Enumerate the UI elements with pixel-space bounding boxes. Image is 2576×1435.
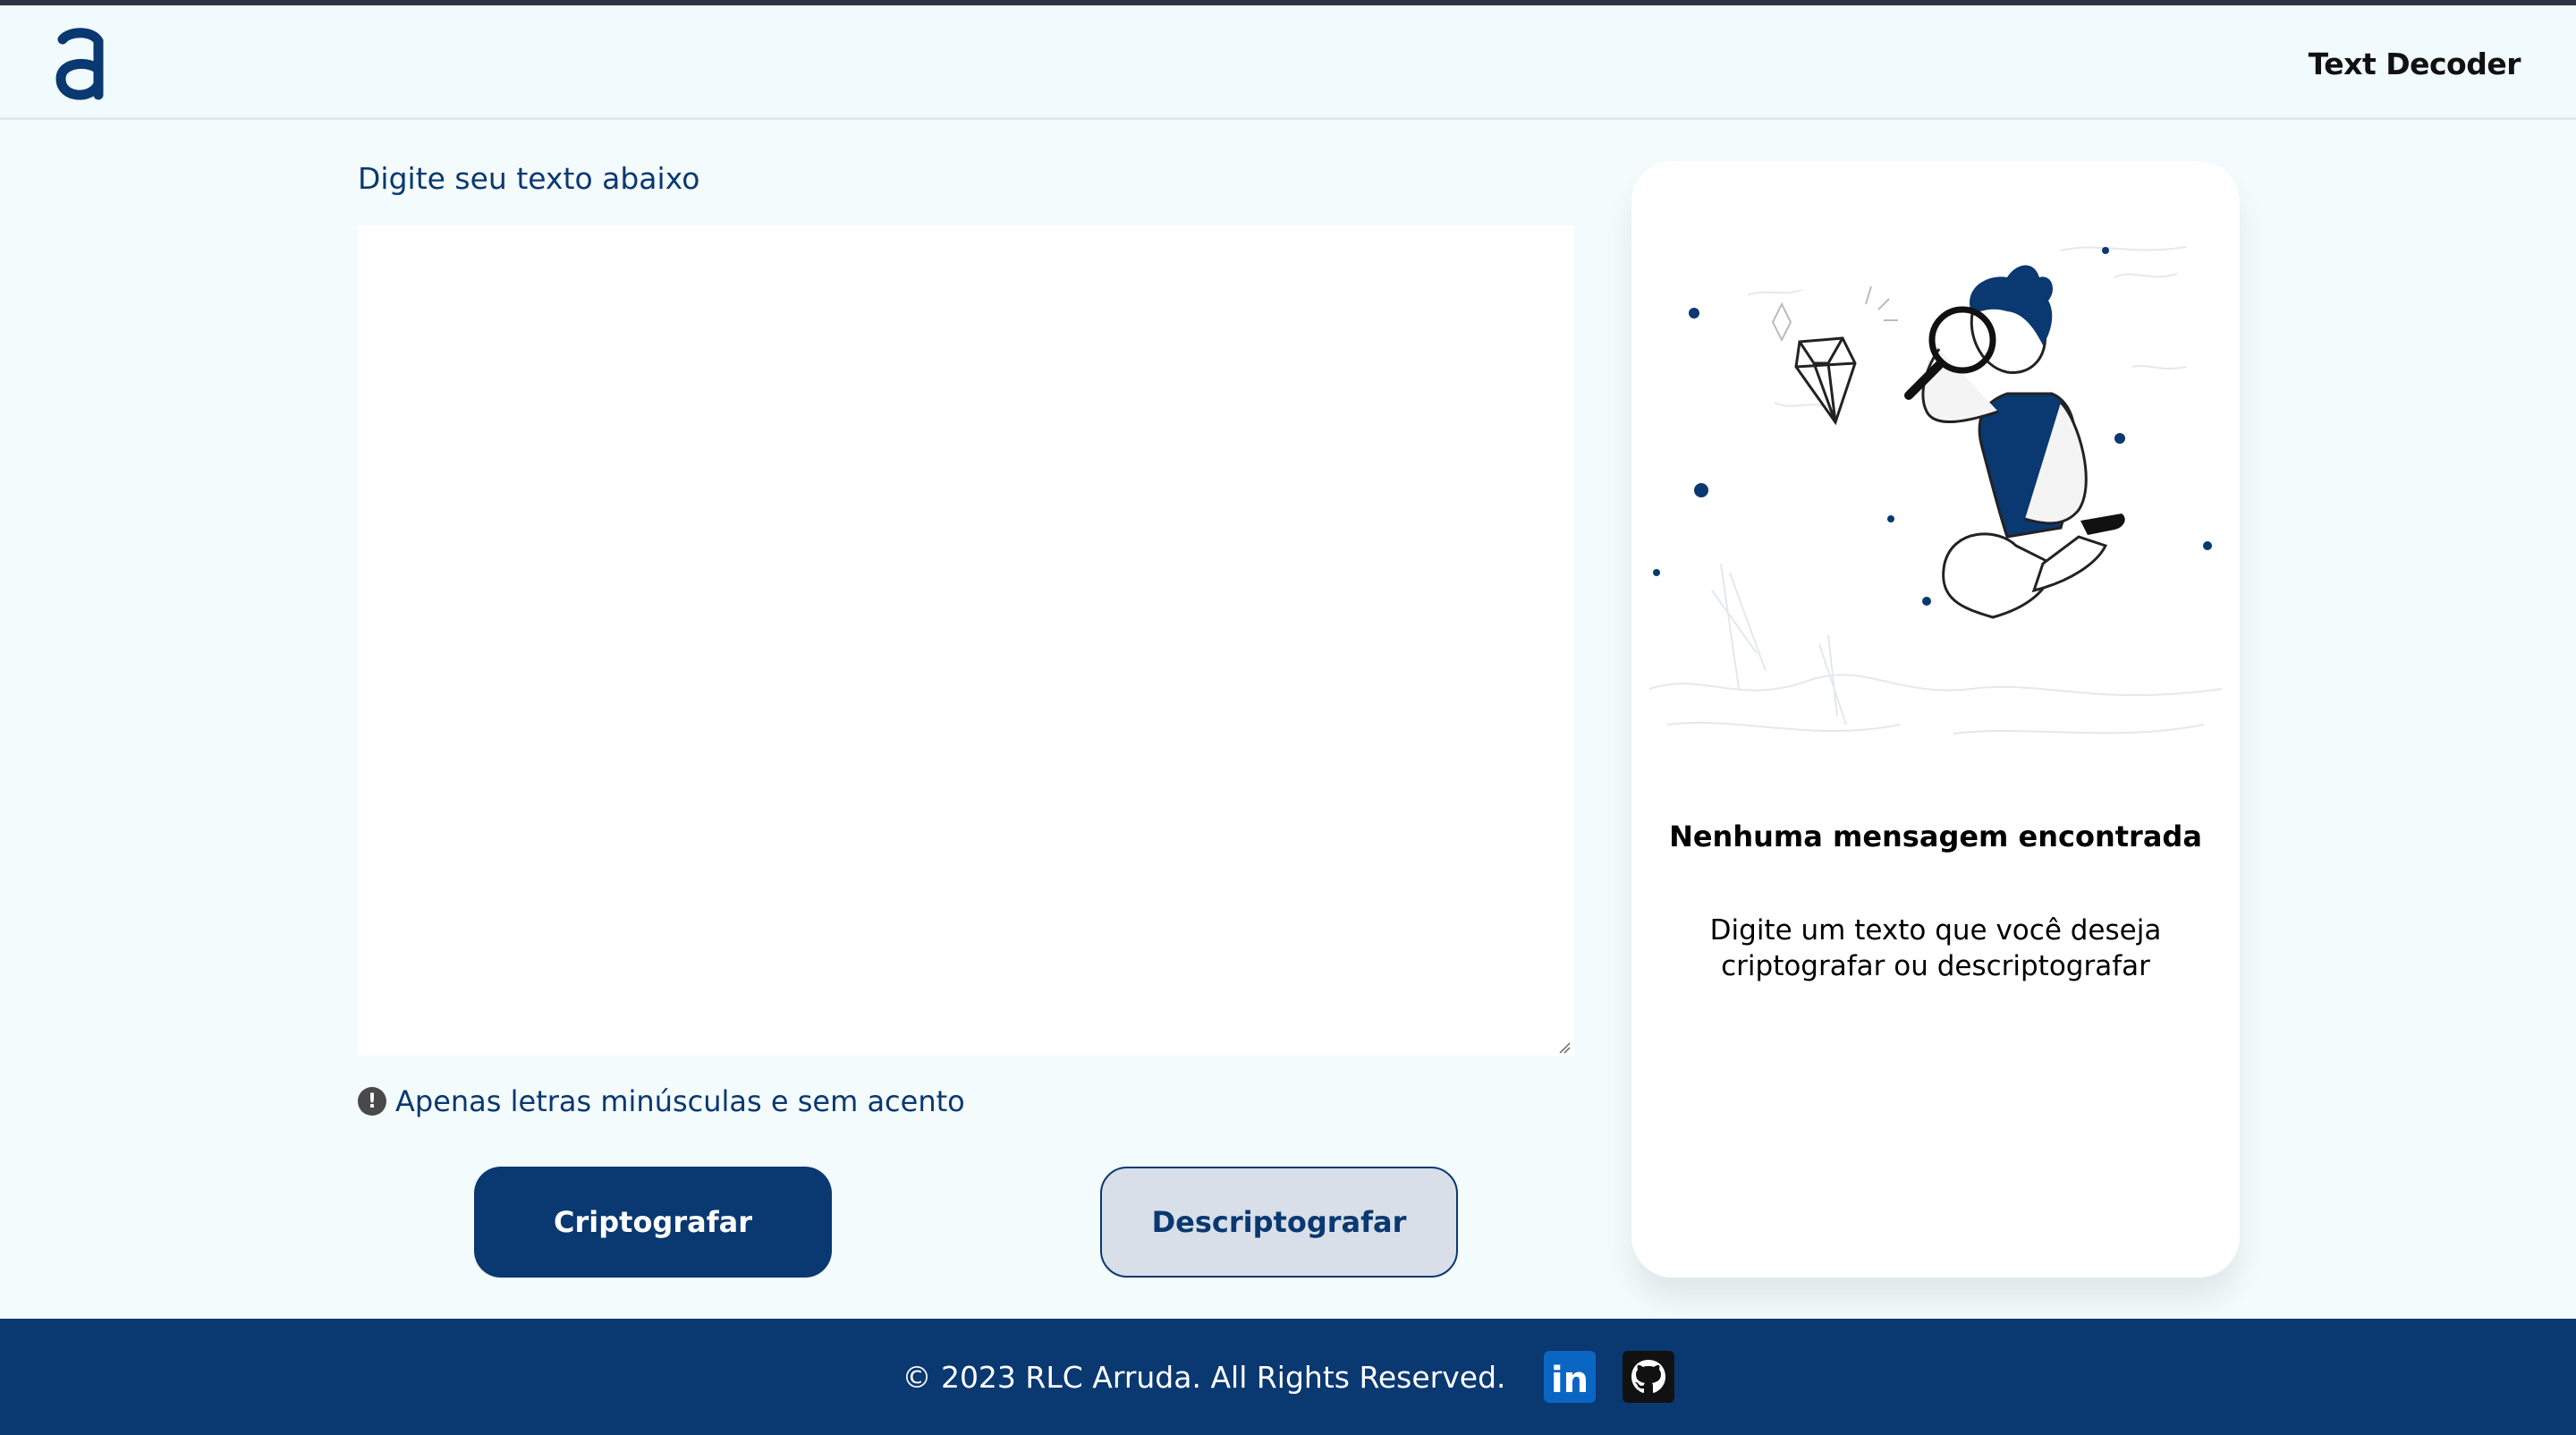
- hint-text: Apenas letras minúsculas e sem acento: [395, 1084, 965, 1118]
- resize-handle-icon[interactable]: [1558, 1041, 1571, 1054]
- output-panel: Nenhuma mensagem encontrada Digite um te…: [1631, 161, 2240, 1278]
- exclamation-circle-icon: !: [358, 1087, 386, 1116]
- decrypt-button[interactable]: Descriptografar: [1100, 1167, 1458, 1278]
- linkedin-icon[interactable]: in: [1543, 1351, 1596, 1403]
- github-icon[interactable]: [1622, 1351, 1674, 1403]
- input-hint: ! Apenas letras minúsculas e sem acento: [358, 1084, 965, 1118]
- empty-state-text: Digite um texto que você deseja criptogr…: [1709, 914, 2162, 982]
- encrypt-button[interactable]: Criptografar: [474, 1167, 832, 1278]
- footer: © 2023 RLC Arruda. All Rights Reserved. …: [0, 1319, 2576, 1435]
- copyright-text: © 2023 RLC Arruda. All Rights Reserved.: [902, 1359, 1506, 1395]
- header: Text Decoder: [0, 5, 2576, 120]
- app-title: Text Decoder: [2308, 47, 2521, 81]
- input-label: Digite seu texto abaixo: [358, 161, 700, 196]
- logo-icon[interactable]: [52, 25, 109, 106]
- search-illustration: [1648, 246, 2223, 734]
- linkedin-label: in: [1550, 1360, 1588, 1401]
- text-input[interactable]: [358, 225, 1574, 1056]
- empty-state-title: Nenhuma mensagem encontrada: [1669, 819, 2202, 853]
